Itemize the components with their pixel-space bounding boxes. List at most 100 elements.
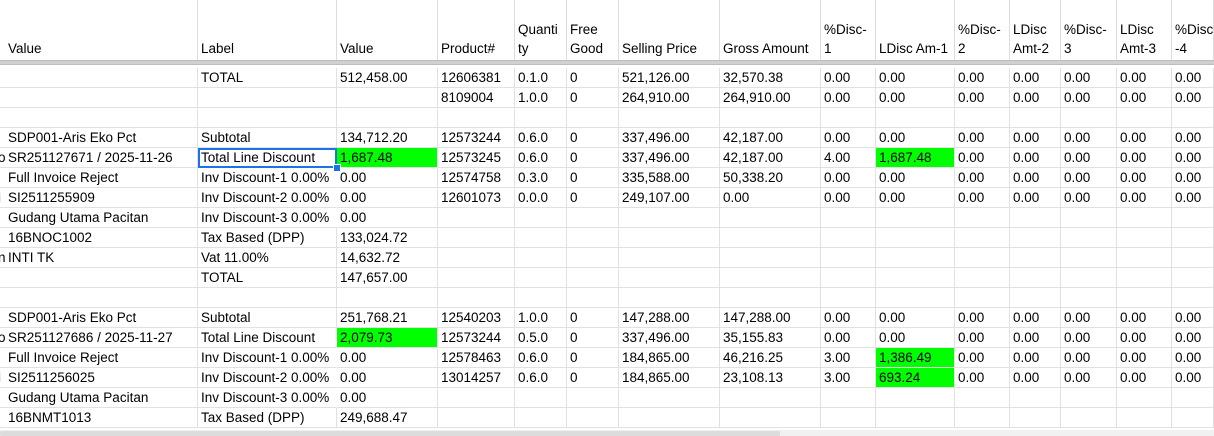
cell-j[interactable]: 1,386.49 (876, 348, 955, 368)
cell-a[interactable]: INTI TK (0, 248, 198, 268)
cell-h[interactable]: 32,570.38 (720, 68, 821, 88)
cell-k[interactable] (955, 288, 1010, 308)
cell-o[interactable]: 0.00 (1172, 368, 1214, 388)
cell-i[interactable] (821, 388, 876, 408)
cell-b[interactable]: Inv Discount-1 0.00% (198, 348, 337, 368)
cell-c[interactable]: 512,458.00 (337, 68, 438, 88)
cell-g[interactable] (619, 288, 720, 308)
cell-j[interactable]: 0.00 (876, 328, 955, 348)
cell-g[interactable]: 184,865.00 (619, 368, 720, 388)
cell-l[interactable]: 0.00 (1010, 328, 1061, 348)
cell-d[interactable]: 8109004 (438, 88, 515, 108)
cell-o[interactable] (1172, 228, 1214, 248)
cell-i[interactable]: 4.00 (821, 148, 876, 168)
cell-a[interactable] (0, 268, 198, 288)
cell-i[interactable]: 0.00 (821, 308, 876, 328)
cell-e[interactable]: 0.0.0 (515, 188, 567, 208)
column-header-k[interactable]: %Disc- 2 (955, 0, 1010, 60)
cell-d[interactable] (438, 408, 515, 428)
cell-j[interactable] (876, 388, 955, 408)
cell-g[interactable] (619, 228, 720, 248)
cell-i[interactable] (821, 268, 876, 288)
cell-o[interactable]: 0.00 (1172, 328, 1214, 348)
cell-l[interactable]: 0.00 (1010, 88, 1061, 108)
cell-n[interactable] (1117, 268, 1172, 288)
cell-k[interactable]: 0.00 (955, 348, 1010, 368)
cell-n[interactable]: 0.00 (1117, 128, 1172, 148)
cell-i[interactable]: 3.00 (821, 368, 876, 388)
cell-n[interactable] (1117, 408, 1172, 428)
column-header-f[interactable]: Free Good (567, 0, 619, 60)
cell-e[interactable] (515, 248, 567, 268)
cell-d[interactable] (438, 288, 515, 308)
cell-k[interactable]: 0.00 (955, 128, 1010, 148)
cell-c[interactable]: 134,712.20 (337, 128, 438, 148)
cell-i[interactable] (821, 208, 876, 228)
cell-b[interactable]: TOTAL (198, 268, 337, 288)
cell-d[interactable]: 12601073 (438, 188, 515, 208)
cell-c[interactable]: 0.00 (337, 348, 438, 368)
cell-f[interactable] (567, 268, 619, 288)
cell-f[interactable] (567, 388, 619, 408)
cell-m[interactable] (1061, 388, 1117, 408)
cell-e[interactable]: 0.6.0 (515, 148, 567, 168)
cell-b[interactable]: Vat 11.00% (198, 248, 337, 268)
cell-c[interactable]: 1,687.48 (337, 148, 438, 168)
cell-g[interactable] (619, 268, 720, 288)
cell-o[interactable] (1172, 108, 1214, 128)
cell-l[interactable]: 0.00 (1010, 348, 1061, 368)
cell-c[interactable] (337, 108, 438, 128)
cell-f[interactable]: 0 (567, 168, 619, 188)
cell-i[interactable]: 3.00 (821, 348, 876, 368)
cell-d[interactable]: 12573244 (438, 328, 515, 348)
cell-m[interactable] (1061, 208, 1117, 228)
cell-e[interactable]: 1.0.0 (515, 308, 567, 328)
cell-c[interactable]: 133,024.72 (337, 228, 438, 248)
cell-l[interactable] (1010, 248, 1061, 268)
cell-d[interactable]: 12578463 (438, 348, 515, 368)
cell-l[interactable] (1010, 408, 1061, 428)
cell-a[interactable]: SR251127671 / 2025-11-26 (0, 148, 198, 168)
column-header-g[interactable]: Selling Price (619, 0, 720, 60)
cell-m[interactable]: 0.00 (1061, 188, 1117, 208)
cell-g[interactable] (619, 388, 720, 408)
cell-g[interactable]: 337,496.00 (619, 328, 720, 348)
column-header-j[interactable]: LDisc Am-1 (876, 0, 955, 60)
fill-handle[interactable] (333, 164, 341, 172)
cell-i[interactable]: 0.00 (821, 88, 876, 108)
cell-j[interactable]: 0.00 (876, 88, 955, 108)
cell-k[interactable] (955, 408, 1010, 428)
cell-g[interactable]: 249,107.00 (619, 188, 720, 208)
cell-j[interactable]: 0.00 (876, 128, 955, 148)
cell-o[interactable]: 0.00 (1172, 88, 1214, 108)
cell-n[interactable]: 0.00 (1117, 308, 1172, 328)
cell-l[interactable]: 0.00 (1010, 68, 1061, 88)
cell-n[interactable] (1117, 288, 1172, 308)
cell-c[interactable]: 14,632.72 (337, 248, 438, 268)
cell-b[interactable]: Tax Based (DPP) (198, 408, 337, 428)
cell-b[interactable] (198, 88, 337, 108)
cell-n[interactable] (1117, 108, 1172, 128)
cell-g[interactable] (619, 248, 720, 268)
cell-k[interactable] (955, 208, 1010, 228)
cell-n[interactable]: 0.00 (1117, 188, 1172, 208)
cell-m[interactable]: 0.00 (1061, 368, 1117, 388)
cell-k[interactable]: 0.00 (955, 188, 1010, 208)
cell-f[interactable]: 0 (567, 368, 619, 388)
cell-h[interactable]: 42,187.00 (720, 148, 821, 168)
cell-o[interactable] (1172, 268, 1214, 288)
cell-l[interactable]: 0.00 (1010, 148, 1061, 168)
cell-e[interactable]: 1.0.0 (515, 88, 567, 108)
cell-h[interactable]: 35,155.83 (720, 328, 821, 348)
cell-n[interactable] (1117, 248, 1172, 268)
cell-h[interactable]: 23,108.13 (720, 368, 821, 388)
cell-j[interactable]: 0.00 (876, 68, 955, 88)
cell-l[interactable] (1010, 108, 1061, 128)
cell-n[interactable] (1117, 208, 1172, 228)
cell-b[interactable]: Total Line Discount (198, 328, 337, 348)
cell-k[interactable] (955, 268, 1010, 288)
cell-e[interactable] (515, 108, 567, 128)
cell-d[interactable] (438, 108, 515, 128)
cell-i[interactable] (821, 408, 876, 428)
cell-f[interactable] (567, 228, 619, 248)
